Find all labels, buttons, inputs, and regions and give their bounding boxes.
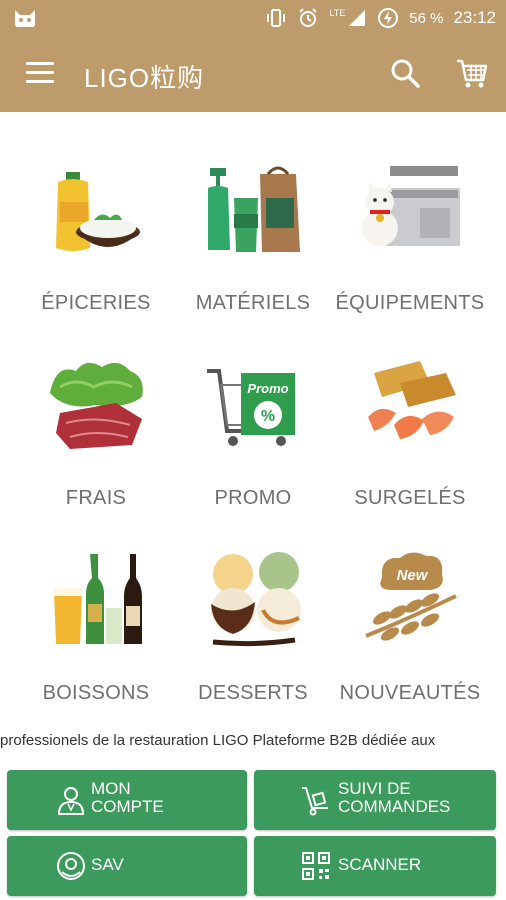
button-label: SUIVI DE COMMANDES	[338, 779, 451, 816]
category-label: ÉQUIPEMENTS	[335, 292, 485, 314]
category-materiels[interactable]: MATÉRIELS	[169, 150, 337, 340]
category-desserts[interactable]: DESSERTS	[169, 540, 337, 730]
category-frais[interactable]: FRAIS	[12, 345, 180, 535]
mon-compte-button[interactable]: MON COMPTE	[7, 770, 247, 830]
category-label: ÉPICERIES	[41, 292, 151, 314]
alarm-icon	[299, 8, 318, 27]
category-label: SURGELÉS	[354, 487, 466, 509]
new-badge-text: New	[397, 567, 429, 584]
notification-cat-icon	[15, 10, 35, 27]
delivery-icon	[302, 787, 328, 816]
drinks-icon	[54, 554, 142, 644]
button-label: SCANNER	[338, 855, 422, 874]
suivi-commandes-button[interactable]: SUIVI DE COMMANDES	[254, 770, 496, 830]
status-bar: LTE 56 % 23:12	[0, 0, 506, 36]
fresh-meat-icon	[50, 362, 143, 449]
vibrate-icon	[267, 9, 286, 27]
menu-icon[interactable]	[26, 62, 54, 86]
category-boissons[interactable]: BOISSONS	[12, 540, 180, 730]
sav-button[interactable]: SAV	[7, 836, 247, 896]
category-surgeles[interactable]: SURGELÉS	[326, 345, 494, 535]
clock: 23:12	[453, 8, 496, 27]
battery-percent: 56 %	[409, 9, 444, 27]
cart-icon[interactable]	[456, 58, 488, 90]
frozen-food-icon	[368, 361, 456, 439]
button-label: MON COMPTE	[91, 779, 164, 816]
category-label: DESSERTS	[198, 682, 308, 704]
search-icon[interactable]	[390, 58, 420, 88]
category-nouveautes[interactable]: New NOUVEAUTÉS	[326, 540, 494, 730]
button-label: SAV	[91, 855, 124, 874]
qr-code-icon	[302, 852, 330, 880]
battery-charging-icon	[378, 8, 399, 28]
svg-text:%: %	[261, 408, 275, 425]
new-products-icon: New	[365, 552, 457, 641]
cleaning-supplies-icon	[208, 166, 300, 252]
category-epiceries[interactable]: ÉPICERIES	[12, 150, 180, 340]
category-equipements[interactable]: ÉQUIPEMENTS	[326, 150, 494, 340]
oil-rice-icon	[56, 172, 140, 251]
app-bar: LIGO粒购	[0, 36, 506, 112]
user-icon	[57, 787, 85, 815]
category-label: NOUVEAUTÉS	[339, 682, 481, 704]
marquee-text: ux professionels de la restauration LIGO…	[0, 732, 436, 749]
category-label: FRAIS	[65, 487, 127, 509]
kitchen-equipment-icon	[362, 166, 460, 246]
app-logo: LIGO粒购	[84, 63, 205, 93]
marquee-banner: ux professionels de la restauration LIGO…	[0, 730, 506, 752]
promo-badge-text: Promo	[247, 381, 288, 396]
scanner-button[interactable]: SCANNER	[254, 836, 496, 896]
category-label: BOISSONS	[42, 682, 150, 704]
support-icon	[57, 852, 85, 880]
category-promo[interactable]: Promo % PROMO	[169, 345, 337, 535]
network-type: LTE	[329, 8, 346, 18]
promo-cart-icon: Promo %	[207, 369, 295, 446]
signal-icon	[349, 10, 366, 26]
category-label: MATÉRIELS	[195, 292, 311, 314]
category-label: PROMO	[214, 487, 292, 509]
ice-cream-icon	[211, 552, 301, 647]
